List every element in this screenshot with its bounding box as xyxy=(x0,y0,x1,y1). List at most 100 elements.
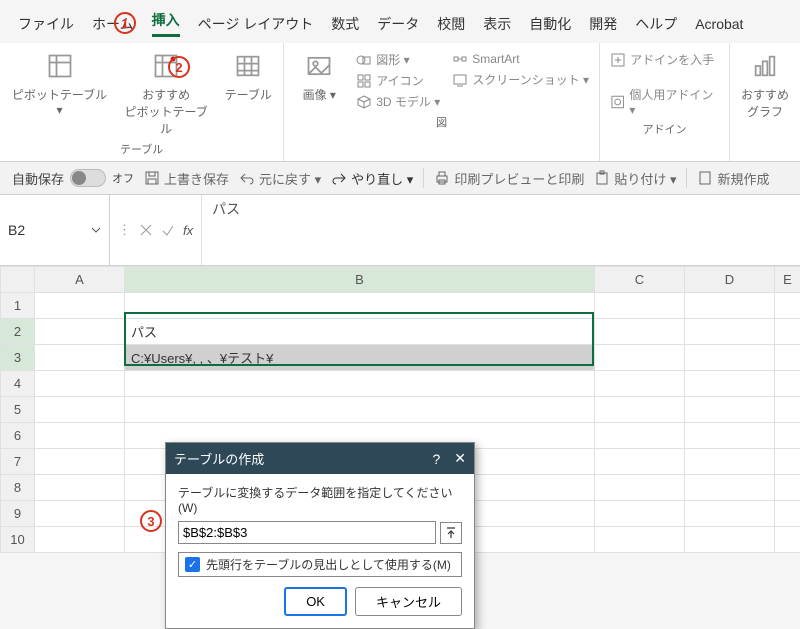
cell[interactable] xyxy=(685,527,775,553)
cell[interactable] xyxy=(685,397,775,423)
cell[interactable] xyxy=(775,371,800,397)
cell[interactable] xyxy=(775,293,800,319)
my-addins-button[interactable]: 個人用アドイン ▾ xyxy=(610,86,719,117)
redo-button[interactable]: やり直し ▾ xyxy=(331,169,413,188)
cell[interactable] xyxy=(775,319,800,345)
row-header-7[interactable]: 7 xyxy=(1,449,35,475)
cell[interactable] xyxy=(595,319,685,345)
tab-developer[interactable]: 開発 xyxy=(589,14,617,34)
select-all-corner[interactable] xyxy=(1,267,35,293)
col-header-E[interactable]: E xyxy=(775,267,800,293)
tab-data[interactable]: データ xyxy=(377,14,419,34)
print-preview-button[interactable]: 印刷プレビューと印刷 xyxy=(434,169,584,188)
checkbox-checked-icon[interactable]: ✓ xyxy=(185,557,200,572)
cell[interactable] xyxy=(595,397,685,423)
col-header-D[interactable]: D xyxy=(685,267,775,293)
header-checkbox-row[interactable]: ✓ 先頭行をテーブルの見出しとして使用する(M) xyxy=(178,552,462,577)
name-box[interactable]: B2 xyxy=(0,195,110,265)
cell[interactable] xyxy=(35,527,125,553)
range-selector-button[interactable] xyxy=(440,522,462,544)
cell[interactable] xyxy=(35,397,125,423)
cell[interactable] xyxy=(775,475,800,501)
cell[interactable] xyxy=(685,501,775,527)
row-header-4[interactable]: 4 xyxy=(1,371,35,397)
row-header-1[interactable]: 1 xyxy=(1,293,35,319)
table-button[interactable]: テーブル xyxy=(223,49,273,137)
cell[interactable] xyxy=(125,293,595,319)
new-button[interactable]: 新規作成 xyxy=(697,169,769,188)
cell[interactable] xyxy=(125,397,595,423)
confirm-check-icon[interactable] xyxy=(161,223,175,237)
fx-icon[interactable]: fx xyxy=(183,223,193,238)
cell[interactable] xyxy=(595,475,685,501)
row-header-8[interactable]: 8 xyxy=(1,475,35,501)
cell[interactable] xyxy=(775,423,800,449)
cell[interactable] xyxy=(685,371,775,397)
cell[interactable] xyxy=(685,345,775,371)
row-header-10[interactable]: 10 xyxy=(1,527,35,553)
cell[interactable] xyxy=(595,449,685,475)
undo-button[interactable]: 元に戻す ▾ xyxy=(239,169,321,188)
menu-dots-icon[interactable]: ⋮ xyxy=(118,222,131,238)
get-addins-button[interactable]: アドインを入手 xyxy=(610,51,719,68)
cell[interactable] xyxy=(35,449,125,475)
save-button[interactable]: 上書き保存 xyxy=(144,169,229,188)
autosave-toggle[interactable] xyxy=(70,169,106,187)
cell[interactable] xyxy=(685,423,775,449)
tab-review[interactable]: 校閲 xyxy=(437,14,465,34)
cell[interactable] xyxy=(685,319,775,345)
models3d-button[interactable]: 3D モデル ▾ xyxy=(356,93,440,110)
row-header-2[interactable]: 2 xyxy=(1,319,35,345)
cell[interactable] xyxy=(595,527,685,553)
cell[interactable] xyxy=(125,371,595,397)
cell[interactable] xyxy=(35,501,125,527)
tab-acrobat[interactable]: Acrobat xyxy=(695,16,743,32)
icons-button[interactable]: アイコン xyxy=(356,72,440,89)
cell[interactable] xyxy=(775,397,800,423)
cell[interactable] xyxy=(685,293,775,319)
cell[interactable] xyxy=(35,423,125,449)
dialog-close-button[interactable]: ✕ xyxy=(454,450,466,467)
cell[interactable] xyxy=(595,423,685,449)
smartart-button[interactable]: SmartArt xyxy=(452,51,589,67)
col-header-B[interactable]: B xyxy=(125,267,595,293)
pictures-button[interactable]: 画像 ▾ xyxy=(294,49,344,110)
pivot-table-button[interactable]: ピボットテーブル ▾ xyxy=(10,49,109,137)
cell[interactable] xyxy=(35,371,125,397)
cell[interactable] xyxy=(775,527,800,553)
tab-formulas[interactable]: 数式 xyxy=(331,14,359,34)
tab-automate[interactable]: 自動化 xyxy=(529,14,571,34)
shapes-button[interactable]: 図形 ▾ xyxy=(356,51,440,68)
formula-bar[interactable]: パス xyxy=(201,195,800,265)
cell[interactable] xyxy=(595,371,685,397)
cell[interactable] xyxy=(775,345,800,371)
cell[interactable] xyxy=(35,319,125,345)
autosave[interactable]: 自動保存 オフ xyxy=(12,169,134,188)
cell[interactable] xyxy=(775,501,800,527)
cell[interactable] xyxy=(35,345,125,371)
cell[interactable] xyxy=(595,501,685,527)
col-header-A[interactable]: A xyxy=(35,267,125,293)
dialog-titlebar[interactable]: テーブルの作成 ? ✕ xyxy=(166,443,474,474)
row-header-5[interactable]: 5 xyxy=(1,397,35,423)
cell[interactable] xyxy=(595,293,685,319)
tab-insert[interactable]: 挿入 xyxy=(152,10,180,37)
row-header-6[interactable]: 6 xyxy=(1,423,35,449)
range-input[interactable] xyxy=(178,521,436,544)
tab-help[interactable]: ヘルプ xyxy=(635,14,677,34)
row-header-9[interactable]: 9 xyxy=(1,501,35,527)
tab-file[interactable]: ファイル xyxy=(18,14,74,34)
cell[interactable] xyxy=(35,475,125,501)
cancel-x-icon[interactable] xyxy=(139,223,153,237)
tab-view[interactable]: 表示 xyxy=(483,14,511,34)
dialog-help-button[interactable]: ? xyxy=(432,451,440,467)
screenshot-button[interactable]: スクリーンショット ▾ xyxy=(452,71,589,88)
tab-page-layout[interactable]: ページ レイアウト xyxy=(198,14,314,34)
cell-B3[interactable]: C:¥Users¥, , 、¥テスト¥ xyxy=(125,345,595,371)
cell[interactable] xyxy=(685,449,775,475)
cell-B2[interactable]: パス xyxy=(125,319,595,345)
cell[interactable] xyxy=(685,475,775,501)
row-header-3[interactable]: 3 xyxy=(1,345,35,371)
cell[interactable] xyxy=(35,293,125,319)
cell[interactable] xyxy=(595,345,685,371)
